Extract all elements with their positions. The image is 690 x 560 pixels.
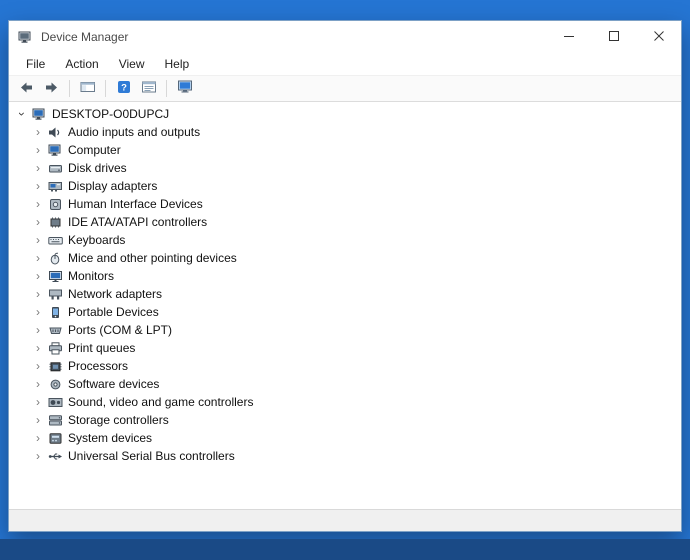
tree-item-processors[interactable]: › Processors bbox=[9, 357, 681, 375]
window-title: Device Manager bbox=[41, 30, 128, 44]
tree-root-label: DESKTOP-O0DUPCJ bbox=[52, 107, 169, 121]
display-adapter-icon bbox=[48, 180, 63, 193]
expand-chevron-icon[interactable]: › bbox=[31, 269, 45, 283]
audio-endpoint-icon bbox=[48, 126, 63, 139]
collapse-chevron-icon[interactable]: › bbox=[15, 107, 29, 121]
tree-item-software-devices[interactable]: › Software devices bbox=[9, 375, 681, 393]
close-button[interactable] bbox=[636, 21, 681, 53]
expand-chevron-icon[interactable]: › bbox=[31, 125, 45, 139]
minimize-button[interactable] bbox=[546, 21, 591, 53]
system-device-icon bbox=[48, 432, 63, 445]
scan-hardware-icon bbox=[177, 80, 193, 97]
expand-chevron-icon[interactable]: › bbox=[31, 251, 45, 265]
expand-chevron-icon[interactable]: › bbox=[31, 413, 45, 427]
expand-chevron-icon[interactable]: › bbox=[31, 161, 45, 175]
sound-controller-icon bbox=[48, 396, 63, 409]
desktop: Device Manager File Action View Help bbox=[0, 0, 690, 560]
menubar: File Action View Help bbox=[9, 53, 681, 75]
print-queue-icon bbox=[48, 342, 63, 355]
software-device-icon bbox=[48, 378, 63, 391]
close-icon bbox=[654, 30, 664, 44]
menu-file[interactable]: File bbox=[16, 55, 55, 74]
tree-item-universal-serial-bus-controllers[interactable]: › Universal Serial Bus controllers bbox=[9, 447, 681, 465]
usb-controller-icon bbox=[48, 450, 63, 463]
help-icon: ? bbox=[117, 80, 131, 97]
mouse-icon bbox=[48, 252, 63, 265]
menu-help[interactable]: Help bbox=[155, 55, 200, 74]
expand-chevron-icon[interactable]: › bbox=[31, 359, 45, 373]
forward-button[interactable] bbox=[39, 77, 64, 100]
menu-view[interactable]: View bbox=[109, 55, 155, 74]
expand-chevron-icon[interactable]: › bbox=[31, 179, 45, 193]
tree-item-storage-controllers[interactable]: › Storage controllers bbox=[9, 411, 681, 429]
expand-chevron-icon[interactable]: › bbox=[31, 233, 45, 247]
back-button[interactable] bbox=[14, 77, 39, 100]
expand-chevron-icon[interactable]: › bbox=[31, 377, 45, 391]
expand-chevron-icon[interactable]: › bbox=[31, 431, 45, 445]
titlebar[interactable]: Device Manager bbox=[9, 21, 681, 53]
tree-item-computer[interactable]: › Computer bbox=[9, 141, 681, 159]
toolbar-separator bbox=[166, 80, 167, 97]
tree-item-disk-drives[interactable]: › Disk drives bbox=[9, 159, 681, 177]
properties-button[interactable] bbox=[136, 77, 161, 100]
hid-icon bbox=[48, 198, 63, 211]
tree-item-display-adapters[interactable]: › Display adapters bbox=[9, 177, 681, 195]
tree-item-ide-ata-atapi-controllers[interactable]: › IDE ATA/ATAPI controllers bbox=[9, 213, 681, 231]
device-manager-window: Device Manager File Action View Help bbox=[8, 20, 682, 532]
tree-item-print-queues[interactable]: › Print queues bbox=[9, 339, 681, 357]
forward-arrow-icon bbox=[44, 81, 59, 97]
menu-action[interactable]: Action bbox=[55, 55, 108, 74]
network-adapter-icon bbox=[48, 288, 63, 301]
device-tree-items: › Audio inputs and outputs › Computer › … bbox=[9, 123, 681, 465]
tree-root-item[interactable]: › DESKTOP-O0DUPCJ bbox=[9, 105, 681, 123]
tree-item-audio-inputs-and-outputs[interactable]: › Audio inputs and outputs bbox=[9, 123, 681, 141]
expand-chevron-icon[interactable]: › bbox=[31, 215, 45, 229]
computer-icon bbox=[48, 144, 63, 157]
expand-chevron-icon[interactable]: › bbox=[31, 197, 45, 211]
show-console-tree-icon bbox=[80, 80, 96, 97]
statusbar bbox=[9, 509, 681, 531]
properties-icon bbox=[141, 80, 157, 97]
processor-icon bbox=[48, 360, 63, 373]
ports-icon bbox=[48, 324, 63, 337]
expand-chevron-icon[interactable]: › bbox=[31, 305, 45, 319]
toolbar: ? bbox=[9, 75, 681, 102]
show-console-tree-button[interactable] bbox=[75, 77, 100, 100]
disk-drive-icon bbox=[48, 162, 63, 175]
help-button[interactable]: ? bbox=[111, 77, 136, 100]
back-arrow-icon bbox=[19, 81, 34, 97]
minimize-icon bbox=[564, 30, 574, 44]
maximize-button[interactable] bbox=[591, 21, 636, 53]
toolbar-separator bbox=[105, 80, 106, 97]
keyboard-icon bbox=[48, 234, 63, 247]
tree-item-human-interface-devices[interactable]: › Human Interface Devices bbox=[9, 195, 681, 213]
expand-chevron-icon[interactable]: › bbox=[31, 449, 45, 463]
expand-chevron-icon[interactable]: › bbox=[31, 287, 45, 301]
expand-chevron-icon[interactable]: › bbox=[31, 341, 45, 355]
ide-controller-icon bbox=[48, 216, 63, 229]
portable-device-icon bbox=[48, 306, 63, 319]
computer-icon bbox=[32, 108, 47, 121]
expand-chevron-icon[interactable]: › bbox=[31, 395, 45, 409]
device-tree: › DESKTOP-O0DUPCJ › Audio inputs and out… bbox=[9, 102, 681, 509]
taskbar[interactable] bbox=[0, 539, 690, 560]
tree-item-system-devices[interactable]: › System devices bbox=[9, 429, 681, 447]
tree-item-portable-devices[interactable]: › Portable Devices bbox=[9, 303, 681, 321]
monitor-icon bbox=[48, 270, 63, 283]
svg-text:?: ? bbox=[121, 83, 127, 94]
tree-item-network-adapters[interactable]: › Network adapters bbox=[9, 285, 681, 303]
storage-controller-icon bbox=[48, 414, 63, 427]
device-manager-app-icon bbox=[18, 29, 34, 45]
maximize-icon bbox=[609, 30, 619, 44]
tree-item-ports-com-lpt[interactable]: › Ports (COM & LPT) bbox=[9, 321, 681, 339]
window-controls bbox=[546, 21, 681, 53]
tree-item-keyboards[interactable]: › Keyboards bbox=[9, 231, 681, 249]
tree-item-monitors[interactable]: › Monitors bbox=[9, 267, 681, 285]
expand-chevron-icon[interactable]: › bbox=[31, 143, 45, 157]
scan-hardware-button[interactable] bbox=[172, 77, 197, 100]
tree-item-sound-video-and-game-controllers[interactable]: › Sound, video and game controllers bbox=[9, 393, 681, 411]
toolbar-separator bbox=[69, 80, 70, 97]
expand-chevron-icon[interactable]: › bbox=[31, 323, 45, 337]
tree-item-mice-and-other-pointing-devices[interactable]: › Mice and other pointing devices bbox=[9, 249, 681, 267]
